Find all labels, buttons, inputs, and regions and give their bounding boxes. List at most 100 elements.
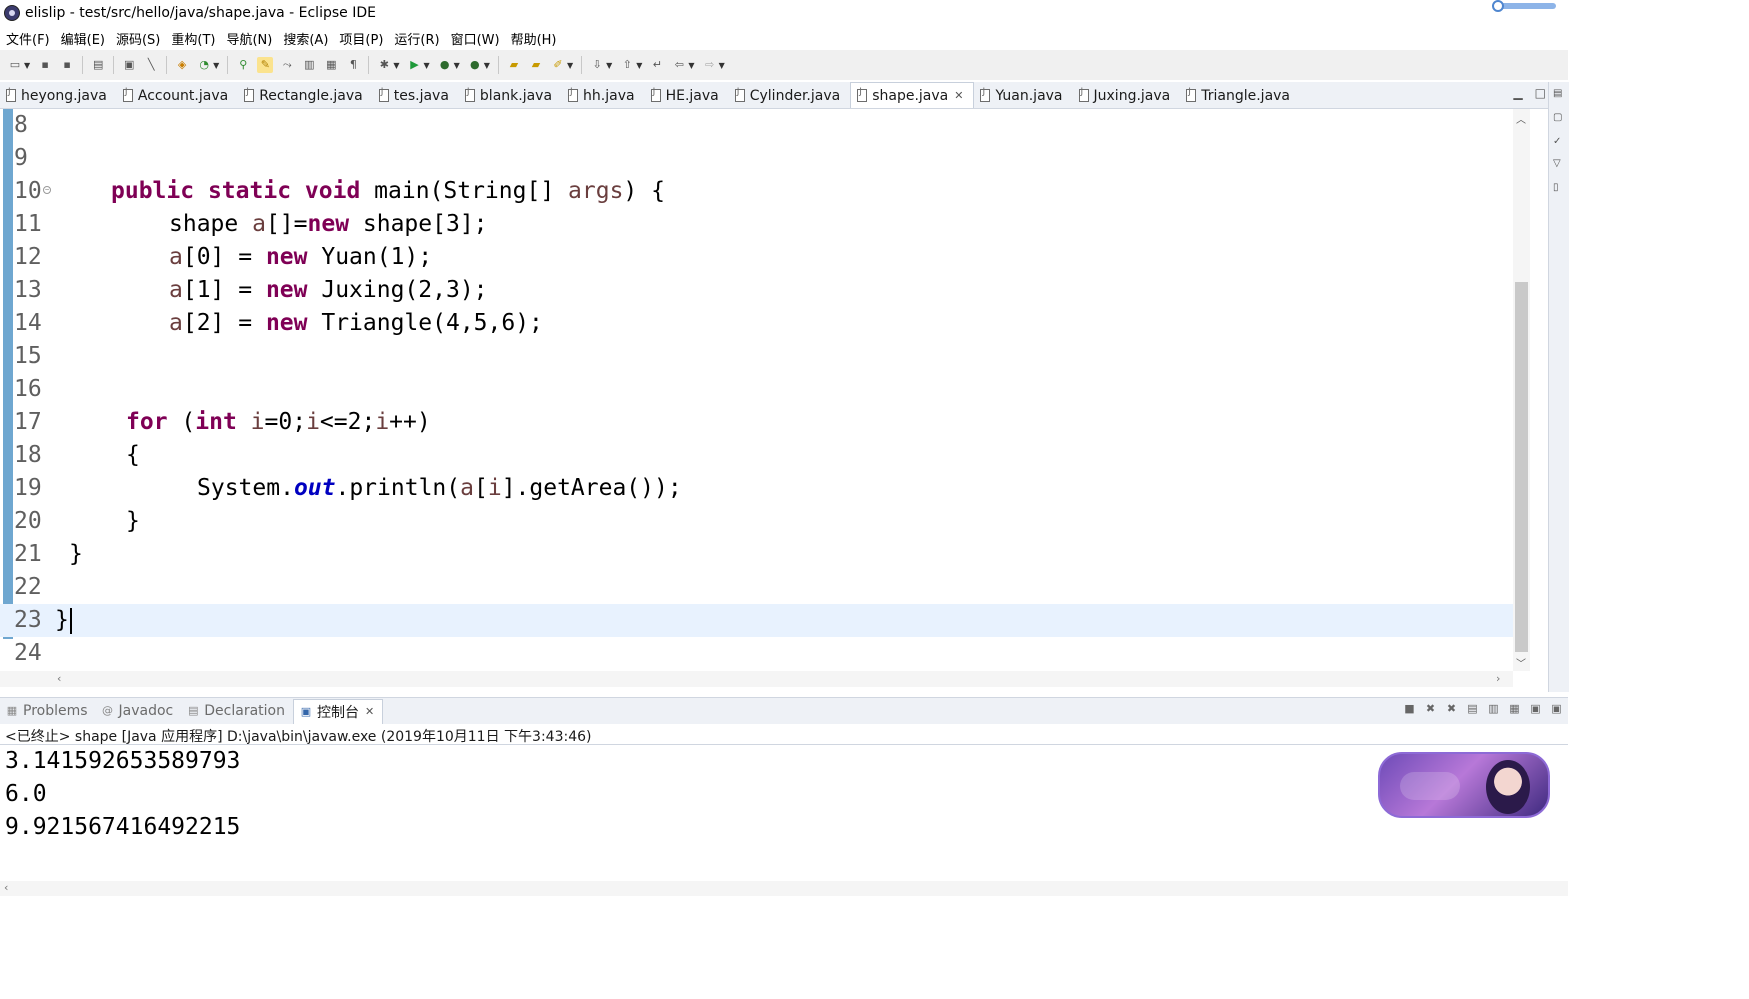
open-file-icon[interactable]: ▰ bbox=[528, 57, 544, 73]
debug-dropdown-icon[interactable]: ▼ bbox=[393, 61, 399, 70]
scroll-right-icon[interactable]: › bbox=[1496, 672, 1500, 685]
menu-search[interactable]: 搜索(A) bbox=[283, 29, 328, 48]
menu-run[interactable]: 运行(R) bbox=[394, 29, 439, 48]
debug-icon[interactable]: ✱ bbox=[376, 57, 392, 73]
show-whitespace-icon[interactable]: ▦ bbox=[323, 57, 339, 73]
display-console-icon[interactable]: ▣ bbox=[1549, 701, 1564, 716]
terminate-icon[interactable]: ■ bbox=[1402, 701, 1417, 716]
clear-console-icon[interactable]: ▤ bbox=[1465, 701, 1480, 716]
remove-launch-icon[interactable]: ✖ bbox=[1423, 701, 1438, 716]
menu-refactor[interactable]: 重构(T) bbox=[171, 29, 215, 48]
scroll-up-icon[interactable]: ︿ bbox=[1516, 111, 1526, 126]
filter-icon[interactable]: ▽ bbox=[1553, 158, 1565, 170]
save-all-icon[interactable]: ▪ bbox=[59, 57, 75, 73]
editor-vertical-scrollbar[interactable]: ︿ ﹀ bbox=[1513, 109, 1530, 671]
scrollbar-thumb[interactable] bbox=[1515, 282, 1528, 652]
save-icon[interactable]: ▪ bbox=[37, 57, 53, 73]
console-output[interactable]: 3.141592653589793 6.0 9.921567416492215 bbox=[0, 745, 1568, 881]
previous-annotation-icon[interactable]: ⇧ bbox=[619, 57, 635, 73]
tab-account-java[interactable]: Account.java bbox=[117, 83, 238, 108]
external-tools-icon[interactable]: ● bbox=[467, 57, 483, 73]
menu-help[interactable]: 帮助(H) bbox=[511, 29, 557, 48]
code-text: System.out.println(a[i].getArea()); bbox=[197, 472, 682, 505]
new-icon[interactable]: ▭ bbox=[7, 57, 23, 73]
editor-horizontal-scrollbar[interactable]: ‹ › bbox=[0, 671, 1513, 687]
code-editor[interactable]: 8 9 10 − public static void main(String[… bbox=[0, 109, 1530, 687]
next-annotation-dropdown-icon[interactable]: ▼ bbox=[606, 61, 612, 70]
avatar-widget[interactable] bbox=[1378, 752, 1550, 818]
coverage-dropdown-icon[interactable]: ▼ bbox=[454, 61, 460, 70]
console-horizontal-scrollbar[interactable]: ‹ bbox=[0, 881, 1568, 896]
zoom-slider[interactable] bbox=[1492, 0, 1556, 12]
tab-yuan-java[interactable]: Yuan.java bbox=[974, 83, 1072, 108]
tab-shape-java[interactable]: shape.java ✕ bbox=[850, 82, 975, 108]
refresh-icon[interactable]: ◔ bbox=[196, 57, 212, 73]
tab-he-java[interactable]: HE.java bbox=[645, 83, 729, 108]
search-icon[interactable]: ✐ bbox=[550, 57, 566, 73]
tab-console[interactable]: ▣ 控制台 ✕ bbox=[292, 698, 384, 724]
word-wrap-icon[interactable]: ▦ bbox=[1507, 701, 1522, 716]
task-list-icon[interactable]: ▢ bbox=[1553, 112, 1565, 124]
tab-javadoc[interactable]: @ Javadoc bbox=[96, 699, 182, 723]
coverage-icon[interactable]: ● bbox=[437, 57, 453, 73]
java-file-icon bbox=[1186, 87, 1197, 102]
back-dropdown-icon[interactable]: ▼ bbox=[688, 61, 694, 70]
external-tools-dropdown-icon[interactable]: ▼ bbox=[484, 61, 490, 70]
scroll-left-icon[interactable]: ‹ bbox=[4, 881, 8, 894]
tab-rectangle-java[interactable]: Rectangle.java bbox=[238, 83, 373, 108]
previous-annotation-dropdown-icon[interactable]: ▼ bbox=[636, 61, 642, 70]
menu-file[interactable]: 文件(F) bbox=[6, 29, 50, 48]
remove-all-launches-icon[interactable]: ✖ bbox=[1444, 701, 1459, 716]
next-annotation-icon[interactable]: ⇩ bbox=[589, 57, 605, 73]
pilcrow-icon[interactable]: ¶ bbox=[345, 57, 361, 73]
new-java-project-icon[interactable]: ◈ bbox=[174, 57, 190, 73]
scroll-left-icon[interactable]: ‹ bbox=[57, 672, 61, 685]
open-folder-icon[interactable]: ▰ bbox=[506, 57, 522, 73]
tab-triangle-java[interactable]: Triangle.java bbox=[1180, 83, 1300, 108]
menu-project[interactable]: 项目(P) bbox=[339, 29, 383, 48]
scroll-lock-icon[interactable]: ▥ bbox=[1486, 701, 1501, 716]
tab-tes-java[interactable]: tes.java bbox=[373, 83, 459, 108]
keyword: public bbox=[111, 178, 195, 204]
last-edit-location-icon[interactable]: ↵ bbox=[649, 57, 665, 73]
tab-juxing-java[interactable]: Juxing.java bbox=[1073, 83, 1181, 108]
run-icon[interactable]: ▶ bbox=[406, 57, 422, 73]
menu-edit[interactable]: 编辑(E) bbox=[61, 29, 105, 48]
skip-breakpoints-icon[interactable]: ╲ bbox=[143, 57, 159, 73]
tab-hh-java[interactable]: hh.java bbox=[562, 83, 645, 108]
block-selection-icon[interactable]: ▥ bbox=[301, 57, 317, 73]
menu-window[interactable]: 窗口(W) bbox=[451, 29, 500, 48]
code-line: 18 { bbox=[0, 439, 1513, 472]
forward-dropdown-icon[interactable]: ▼ bbox=[719, 61, 725, 70]
tab-declaration[interactable]: ▤ Declaration bbox=[181, 699, 293, 723]
code-line: 24 bbox=[0, 637, 1513, 670]
pin-console-icon[interactable]: ▣ bbox=[1528, 701, 1543, 716]
check-icon[interactable]: ✓ bbox=[1553, 136, 1565, 148]
forward-icon[interactable]: ⇨ bbox=[702, 57, 718, 73]
tab-cylinder-java[interactable]: Cylinder.java bbox=[729, 83, 850, 108]
print-icon[interactable]: ▤ bbox=[90, 57, 106, 73]
tab-label: heyong.java bbox=[21, 87, 107, 104]
tab-blank-java[interactable]: blank.java bbox=[459, 83, 562, 108]
refresh-dropdown-icon[interactable]: ▼ bbox=[213, 61, 219, 70]
run-dropdown-icon[interactable]: ▼ bbox=[423, 61, 429, 70]
tab-problems[interactable]: ▦ Problems bbox=[0, 699, 96, 723]
minimize-icon[interactable]: ▁ bbox=[1513, 86, 1522, 100]
fold-toggle-icon[interactable]: − bbox=[43, 186, 51, 194]
mark-occurrences-icon[interactable]: ✎ bbox=[257, 57, 274, 73]
close-icon[interactable]: ✕ bbox=[954, 89, 963, 102]
outline-icon[interactable]: ▤ bbox=[1553, 88, 1565, 100]
open-type-icon[interactable]: ⚲ bbox=[235, 57, 251, 73]
new-dropdown-icon[interactable]: ▼ bbox=[24, 61, 30, 70]
terminal-icon[interactable]: ▣ bbox=[121, 57, 137, 73]
back-icon[interactable]: ⇦ bbox=[671, 57, 687, 73]
scroll-down-icon[interactable]: ﹀ bbox=[1516, 655, 1526, 670]
tab-heyong-java[interactable]: heyong.java bbox=[0, 83, 117, 108]
search-dropdown-icon[interactable]: ▼ bbox=[567, 61, 573, 70]
word-wrap-icon[interactable]: ⤳ bbox=[279, 57, 295, 73]
menu-navigate[interactable]: 导航(N) bbox=[226, 29, 272, 48]
maximize-icon[interactable]: □ bbox=[1535, 86, 1546, 100]
close-icon[interactable]: ✕ bbox=[365, 705, 374, 718]
find-icon[interactable]: ▯ bbox=[1553, 182, 1565, 194]
menu-source[interactable]: 源码(S) bbox=[116, 29, 160, 48]
